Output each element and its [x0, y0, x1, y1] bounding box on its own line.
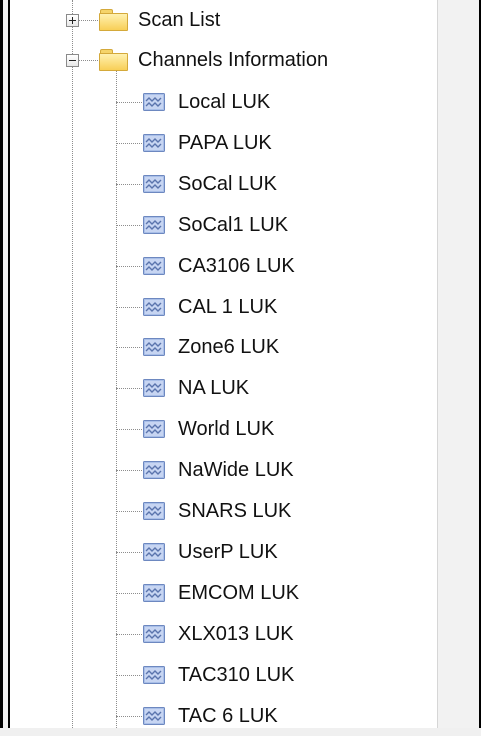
- tree-item-label: PAPA LUK: [178, 132, 272, 154]
- tree-item-label: EMCOM LUK: [178, 582, 300, 604]
- tree-item-channel[interactable]: CAL 1 LUK: [10, 287, 430, 327]
- tree-item-label: SNARS LUK: [178, 500, 292, 522]
- tree-item-channel[interactable]: Zone6 LUK: [10, 327, 430, 367]
- tree-window: Scan List Channels Information Local LUK…: [0, 0, 481, 728]
- tree-item-label: TAC 6 LUK: [178, 705, 278, 727]
- tree-item-label: SoCal LUK: [178, 173, 277, 195]
- channel-waveform-icon: [143, 298, 165, 316]
- tree-item-channel[interactable]: TAC310 LUK: [10, 655, 430, 695]
- tree-item-label: TAC310 LUK: [178, 664, 295, 686]
- channel-waveform-icon: [143, 625, 165, 643]
- tree-item-channels-information[interactable]: Channels Information: [10, 40, 430, 80]
- tree-item-label: World LUK: [178, 418, 275, 440]
- tree-connector: [116, 347, 142, 348]
- tree-connector: [116, 593, 142, 594]
- right-pane: [437, 0, 479, 728]
- tree-item-label: XLX013 LUK: [178, 623, 294, 645]
- tree-connector: [116, 307, 142, 308]
- channel-waveform-icon: [143, 134, 165, 152]
- tree-connector: [116, 511, 142, 512]
- tree-item-label: CAL 1 LUK: [178, 296, 278, 318]
- tree-item-label: Scan List: [138, 9, 221, 31]
- tree-item-channel[interactable]: Local LUK: [10, 82, 430, 122]
- tree-item-channel[interactable]: CA3106 LUK: [10, 246, 430, 286]
- channel-waveform-icon: [143, 175, 165, 193]
- tree-view-panel[interactable]: Scan List Channels Information Local LUK…: [10, 0, 437, 728]
- tree-item-label: CA3106 LUK: [178, 255, 295, 277]
- tree-item-scan-list[interactable]: Scan List: [10, 0, 430, 40]
- channel-waveform-icon: [143, 543, 165, 561]
- expand-icon[interactable]: [66, 14, 79, 27]
- tree-item-label: NA LUK: [178, 377, 250, 399]
- channel-waveform-icon: [143, 461, 165, 479]
- tree-item-channel[interactable]: NA LUK: [10, 368, 430, 408]
- channel-waveform-icon: [143, 93, 165, 111]
- tree-connector: [116, 102, 142, 103]
- channel-waveform-icon: [143, 338, 165, 356]
- tree-connector: [116, 143, 142, 144]
- tree-connector: [116, 388, 142, 389]
- channel-waveform-icon: [143, 584, 165, 602]
- tree-item-channel[interactable]: PAPA LUK: [10, 123, 430, 163]
- tree-connector: [116, 634, 142, 635]
- channel-waveform-icon: [143, 257, 165, 275]
- tree-item-label: UserP LUK: [178, 541, 278, 563]
- tree-item-channel[interactable]: XLX013 LUK: [10, 614, 430, 654]
- tree-item-label: SoCal1 LUK: [178, 214, 289, 236]
- folder-icon: [99, 8, 128, 31]
- tree-item-label: NaWide LUK: [178, 459, 294, 481]
- tree-connector: [116, 266, 142, 267]
- tree-item-channel[interactable]: SoCal1 LUK: [10, 205, 430, 245]
- tree-connector: [116, 552, 142, 553]
- tree-item-channel[interactable]: TAC 6 LUK: [10, 696, 430, 736]
- tree-item-channel[interactable]: UserP LUK: [10, 532, 430, 572]
- channel-waveform-icon: [143, 502, 165, 520]
- tree-item-channel[interactable]: SoCal LUK: [10, 164, 430, 204]
- collapse-icon[interactable]: [66, 54, 79, 67]
- tree-item-channel[interactable]: EMCOM LUK: [10, 573, 430, 613]
- folder-icon: [99, 48, 128, 71]
- tree-item-label: Channels Information: [138, 49, 329, 71]
- tree-connector: [116, 470, 142, 471]
- channel-waveform-icon: [143, 420, 165, 438]
- window-border-left: [0, 0, 3, 728]
- tree-item-channel[interactable]: SNARS LUK: [10, 491, 430, 531]
- tree-connector: [116, 184, 142, 185]
- tree-connector: [116, 429, 142, 430]
- tree-connector: [116, 675, 142, 676]
- tree-connector: [116, 716, 142, 717]
- channel-waveform-icon: [143, 379, 165, 397]
- tree-item-label: Zone6 LUK: [178, 336, 280, 358]
- tree-item-label: Local LUK: [178, 91, 271, 113]
- channel-waveform-icon: [143, 666, 165, 684]
- channel-waveform-icon: [143, 707, 165, 725]
- channel-waveform-icon: [143, 216, 165, 234]
- tree-item-channel[interactable]: World LUK: [10, 409, 430, 449]
- tree-connector: [116, 225, 142, 226]
- tree-item-channel[interactable]: NaWide LUK: [10, 450, 430, 490]
